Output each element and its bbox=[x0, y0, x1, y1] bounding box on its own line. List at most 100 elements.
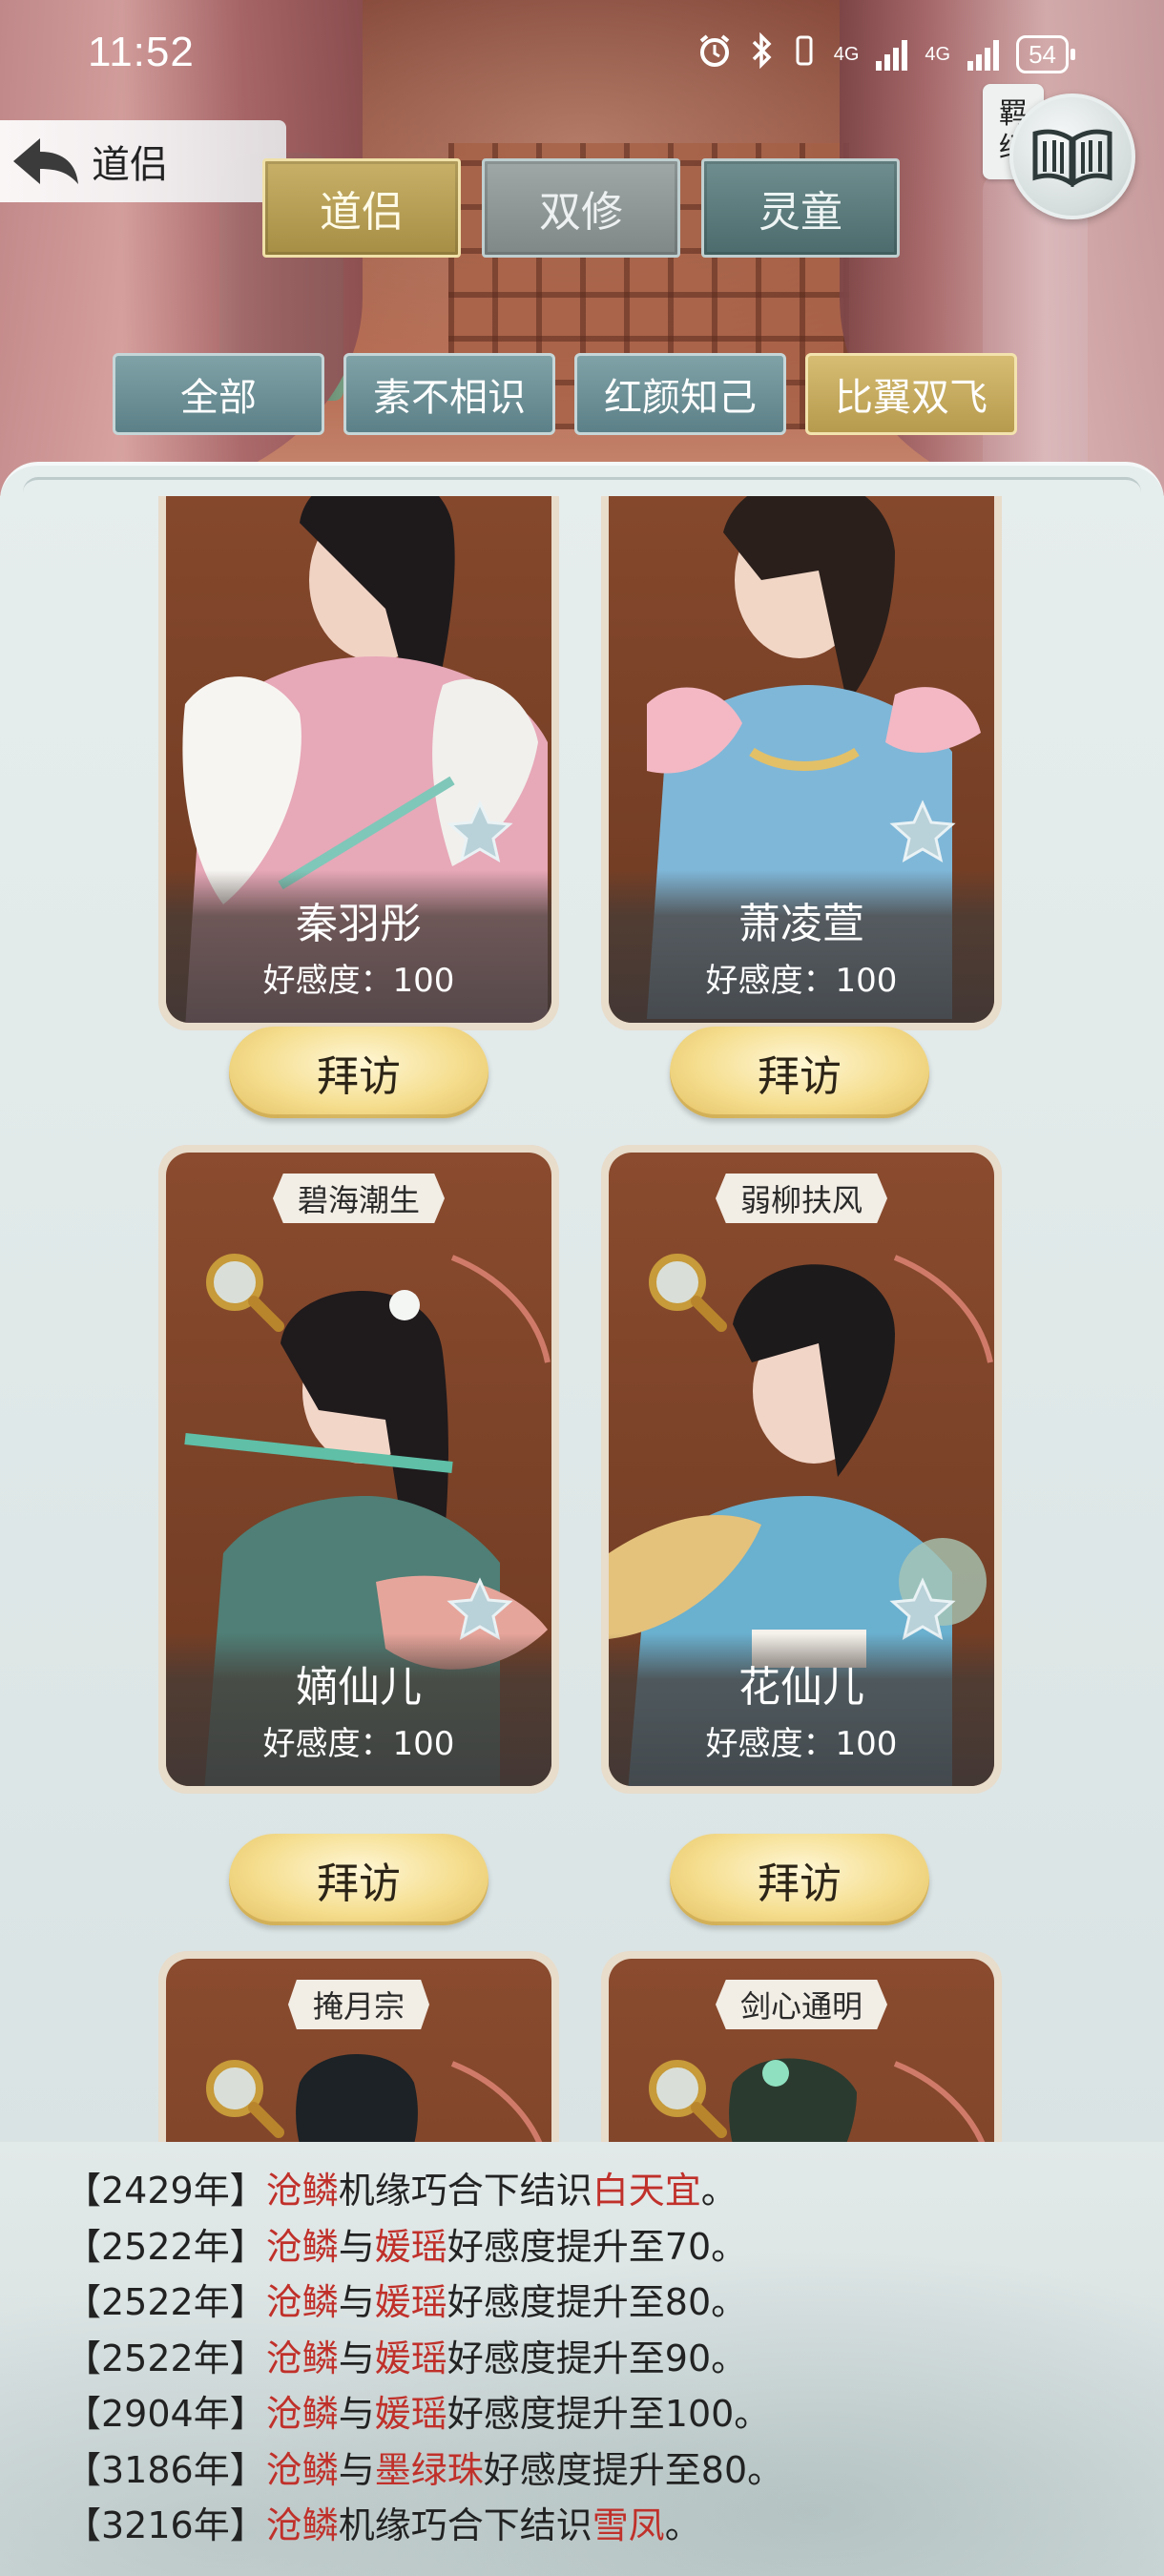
sect-tag: 掩月宗 bbox=[287, 1980, 430, 2029]
card-frame: 秦羽彤 好感度：100 bbox=[158, 496, 559, 1030]
event-log-list: 【2429年】沧鳞机缘巧合下结识白天宜。 【2522年】沧鳞与媛瑶好感度提升至7… bbox=[65, 2163, 783, 2554]
alarm-icon bbox=[696, 32, 733, 76]
log-entry: 【3216年】沧鳞机缘巧合下结识雪凤。 bbox=[65, 2498, 783, 2554]
log-entry: 【2429年】沧鳞机缘巧合下结识白天宜。 bbox=[65, 2163, 783, 2219]
log-target: 墨绿珠 bbox=[374, 2448, 484, 2491]
log-actor: 沧鳞 bbox=[265, 2337, 339, 2379]
log-text: 与 bbox=[338, 2225, 375, 2268]
log-actor: 沧鳞 bbox=[265, 2225, 339, 2268]
companion-card[interactable]: 弱柳扶风 花仙儿 好感度：100 bbox=[601, 1145, 1002, 1794]
log-end: 。 bbox=[664, 2504, 701, 2546]
visit-button[interactable]: 拜访 bbox=[229, 1834, 488, 1925]
network-label-2: 4G bbox=[925, 43, 951, 65]
back-arrow-icon[interactable] bbox=[0, 120, 92, 202]
companion-card[interactable]: 秦羽彤 好感度：100 bbox=[158, 496, 559, 1030]
log-end: 。 bbox=[700, 2170, 738, 2212]
log-actor: 沧鳞 bbox=[265, 2504, 339, 2546]
log-actor: 沧鳞 bbox=[265, 2170, 339, 2212]
log-entry: 【3186年】沧鳞与墨绿珠好感度提升至80。 bbox=[65, 2442, 783, 2499]
visit-button[interactable]: 拜访 bbox=[229, 1027, 488, 1118]
favor-level: 好感度：100 bbox=[705, 1725, 898, 1763]
panel-trim bbox=[23, 477, 1141, 492]
log-text: 与 bbox=[338, 2281, 375, 2323]
card-caption: 嫡仙儿 好感度：100 bbox=[166, 1633, 551, 1786]
vibrate-icon bbox=[792, 32, 817, 76]
event-log: 【2429年】沧鳞机缘巧合下结识白天宜。 【2522年】沧鳞与媛瑶好感度提升至7… bbox=[0, 2142, 1164, 2576]
log-end: 好感度提升至100。 bbox=[447, 2393, 771, 2435]
log-end: 好感度提升至70。 bbox=[447, 2225, 748, 2268]
magnifier-icon[interactable] bbox=[643, 1248, 729, 1334]
star-icon bbox=[447, 800, 513, 863]
visit-button[interactable]: 拜访 bbox=[670, 1834, 929, 1925]
log-end: 好感度提升至80。 bbox=[483, 2448, 784, 2491]
magnifier-icon[interactable] bbox=[643, 2054, 729, 2140]
companion-card[interactable]: 掩月宗 bbox=[158, 1951, 559, 2142]
status-icons: 4G 4G 54 bbox=[696, 31, 1075, 76]
log-year: 【3216年】 bbox=[65, 2504, 266, 2546]
card-frame: 剑心通明 bbox=[601, 1951, 1002, 2142]
card-inner: 碧海潮生 嫡仙儿 好感度：100 bbox=[166, 1153, 551, 1786]
log-target: 媛瑶 bbox=[374, 2225, 447, 2268]
card-caption: 萧凌萱 好感度：100 bbox=[609, 870, 994, 1023]
card-frame: 弱柳扶风 花仙儿 好感度：100 bbox=[601, 1145, 1002, 1794]
companion-name: 萧凌萱 bbox=[738, 900, 864, 948]
card-frame: 萧凌萱 好感度：100 bbox=[601, 496, 1002, 1030]
log-entry: 【2522年】沧鳞与媛瑶好感度提升至90。 bbox=[65, 2331, 783, 2387]
card-inner: 掩月宗 bbox=[166, 1959, 551, 2142]
tab-lingtong[interactable]: 灵童 bbox=[701, 158, 900, 258]
visit-button[interactable]: 拜访 bbox=[670, 1027, 929, 1118]
main-tabs: 道侣 双修 灵童 bbox=[262, 158, 900, 258]
filter-all[interactable]: 全部 bbox=[113, 353, 324, 435]
companion-name: 嫡仙儿 bbox=[296, 1663, 422, 1712]
back-bar[interactable]: 道侣 bbox=[0, 120, 286, 202]
favor-level: 好感度：100 bbox=[705, 962, 898, 1000]
magnifier-icon[interactable] bbox=[200, 2054, 286, 2140]
log-end: 好感度提升至90。 bbox=[447, 2337, 748, 2379]
filter-strangers[interactable]: 素不相识 bbox=[343, 353, 555, 435]
page-title: 道侣 bbox=[92, 143, 168, 187]
tab-daolv[interactable]: 道侣 bbox=[262, 158, 461, 258]
bond-button[interactable]: 羁 绊 bbox=[983, 84, 1135, 237]
companion-name: 秦羽彤 bbox=[296, 900, 422, 948]
log-year: 【2522年】 bbox=[65, 2225, 266, 2268]
log-year: 【3186年】 bbox=[65, 2448, 266, 2491]
log-entry: 【2904年】沧鳞与媛瑶好感度提升至100。 bbox=[65, 2386, 783, 2442]
favor-level: 好感度：100 bbox=[262, 1725, 455, 1763]
battery-icon: 54 bbox=[1016, 35, 1075, 73]
log-end: 好感度提升至80。 bbox=[447, 2281, 748, 2323]
log-actor: 沧鳞 bbox=[265, 2393, 339, 2435]
signal-icon bbox=[876, 38, 908, 71]
log-text: 机缘巧合下结识 bbox=[338, 2504, 592, 2546]
card-frame: 掩月宗 bbox=[158, 1951, 559, 2142]
filter-tabs: 全部 素不相识 红颜知己 比翼双飞 bbox=[113, 353, 1017, 435]
log-entry: 【2522年】沧鳞与媛瑶好感度提升至80。 bbox=[65, 2275, 783, 2331]
log-year: 【2522年】 bbox=[65, 2337, 266, 2379]
network-label-1: 4G bbox=[833, 43, 860, 65]
filter-soulmates[interactable]: 比翼双飞 bbox=[805, 353, 1017, 435]
log-text: 与 bbox=[338, 2448, 375, 2491]
favor-level: 好感度：100 bbox=[262, 962, 455, 1000]
companion-name: 花仙儿 bbox=[738, 1663, 864, 1712]
bluetooth-icon bbox=[750, 31, 775, 76]
card-inner: 萧凌萱 好感度：100 bbox=[609, 496, 994, 1023]
tab-shuangxiu[interactable]: 双修 bbox=[482, 158, 680, 258]
log-year: 【2522年】 bbox=[65, 2281, 266, 2323]
log-year: 【2904年】 bbox=[65, 2393, 266, 2435]
log-actor: 沧鳞 bbox=[265, 2448, 339, 2491]
card-inner: 剑心通明 bbox=[609, 1959, 994, 2142]
sect-tag: 碧海潮生 bbox=[272, 1174, 446, 1223]
log-target: 媛瑶 bbox=[374, 2337, 447, 2379]
log-text: 机缘巧合下结识 bbox=[338, 2170, 592, 2212]
magnifier-icon[interactable] bbox=[200, 1248, 286, 1334]
filter-confidants[interactable]: 红颜知己 bbox=[574, 353, 786, 435]
log-text: 与 bbox=[338, 2337, 375, 2379]
log-actor: 沧鳞 bbox=[265, 2281, 339, 2323]
sect-tag: 弱柳扶风 bbox=[715, 1174, 888, 1223]
log-target: 媛瑶 bbox=[374, 2393, 447, 2435]
log-target: 白天宜 bbox=[592, 2170, 701, 2212]
companion-card[interactable]: 萧凌萱 好感度：100 bbox=[601, 496, 1002, 1030]
companion-card[interactable]: 碧海潮生 嫡仙儿 好感度：100 bbox=[158, 1145, 559, 1794]
companion-grid[interactable]: 秦羽彤 好感度：100 拜访 萧凌萱 好感度：100 拜访 碧海潮生 嫡仙儿 好… bbox=[0, 496, 1164, 2142]
companion-card[interactable]: 剑心通明 bbox=[601, 1951, 1002, 2142]
book-icon[interactable] bbox=[1009, 93, 1135, 219]
